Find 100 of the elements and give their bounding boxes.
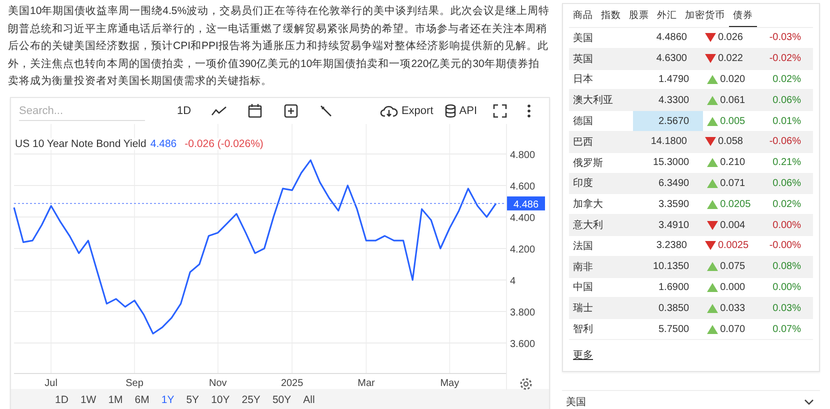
calendar-icon[interactable] bbox=[247, 102, 264, 118]
yield-value: 2.5670 bbox=[632, 111, 704, 131]
country-name: 日本 bbox=[572, 72, 594, 86]
x-axis-label: Mar bbox=[358, 378, 375, 388]
plus-square-icon[interactable] bbox=[283, 102, 300, 118]
range-tab[interactable]: 6M bbox=[128, 388, 156, 409]
percent-change: 0.03% bbox=[772, 302, 802, 314]
ref-line-label: 4.486 bbox=[513, 198, 539, 210]
chevron-icon bbox=[804, 398, 814, 405]
x-axis-label: May bbox=[440, 378, 460, 388]
yield-value: 15.3000 bbox=[652, 156, 690, 170]
change-value: 0.033 bbox=[720, 302, 746, 314]
change-value: 0.022 bbox=[718, 53, 743, 64]
line-chart-icon[interactable] bbox=[211, 104, 228, 118]
y-axis-label: 4.600 bbox=[510, 180, 536, 192]
range-tab[interactable]: 1D bbox=[49, 388, 74, 409]
range-tab[interactable]: 1W bbox=[74, 388, 102, 409]
percent-change: 0.02% bbox=[772, 198, 802, 210]
yield-value: 5.7500 bbox=[658, 322, 690, 337]
country-name: 瑞士 bbox=[572, 302, 594, 316]
table-row[interactable]: 印度 6.3490 0.071 0.06% bbox=[569, 174, 813, 194]
country-name: 澳大利亚 bbox=[572, 94, 614, 108]
market-tab[interactable]: 加密货币 bbox=[681, 4, 729, 27]
change-value: 0.020 bbox=[720, 74, 746, 85]
table-row[interactable]: 南非 10.1350 0.075 0.08% bbox=[569, 256, 813, 278]
range-tab[interactable]: 1M bbox=[102, 388, 129, 409]
y-axis-label: 3.800 bbox=[510, 307, 536, 318]
percent-change: 0.02% bbox=[772, 74, 802, 85]
api-button[interactable]: API bbox=[439, 104, 483, 118]
percent-change: 0.00% bbox=[772, 282, 802, 293]
range-tab[interactable]: All bbox=[297, 388, 321, 409]
change-value: 0.070 bbox=[720, 324, 746, 335]
export-button[interactable]: Export bbox=[374, 104, 440, 117]
market-tab[interactable]: 债券 bbox=[729, 4, 757, 27]
country-name: 巴西 bbox=[572, 136, 594, 149]
table-row[interactable]: 巴西 14.1800 0.058 -0.06% bbox=[569, 132, 813, 153]
change-value: 0.004 bbox=[720, 220, 746, 231]
percent-change: -0.03% bbox=[769, 32, 802, 44]
range-tab[interactable]: 50Y bbox=[266, 388, 298, 409]
percent-change: 0.08% bbox=[772, 261, 802, 272]
country-name: 加拿大 bbox=[572, 198, 604, 212]
accordion-header[interactable]: 美国 bbox=[562, 390, 820, 409]
country-name: 南非 bbox=[572, 260, 594, 274]
accordion-label: 美国 bbox=[566, 396, 586, 409]
range-tab[interactable]: 25Y bbox=[236, 388, 266, 409]
range-tab[interactable]: 5Y bbox=[180, 388, 206, 409]
yield-value: 4.6300 bbox=[655, 52, 688, 66]
y-axis-label: 4.400 bbox=[510, 212, 536, 224]
table-row[interactable]: 瑞士 0.3850 0.033 0.03% bbox=[569, 298, 813, 320]
table-row[interactable]: 英国 4.6300 0.022 -0.02% bbox=[569, 48, 813, 70]
percent-change: 0.01% bbox=[772, 116, 802, 127]
percent-change: 0.21% bbox=[772, 157, 802, 168]
range-tab[interactable]: 10Y bbox=[205, 388, 236, 409]
interval-button[interactable]: 1D bbox=[167, 104, 202, 116]
price-label: 4.486 bbox=[507, 196, 545, 210]
yield-value: 3.2380 bbox=[655, 239, 688, 254]
more-link[interactable]: 更多 bbox=[573, 348, 593, 362]
yield-value: 4.4860 bbox=[655, 31, 688, 46]
market-tab[interactable]: 外汇 bbox=[653, 4, 681, 27]
change-value: 0.0205 bbox=[720, 198, 751, 210]
x-axis-label: Nov bbox=[209, 378, 227, 388]
percent-change: -0.00% bbox=[769, 240, 802, 252]
table-row[interactable]: 意大利 3.4910 0.004 0.00% bbox=[569, 215, 813, 236]
percent-change: 0.07% bbox=[772, 324, 802, 335]
change-value: 0.210 bbox=[720, 157, 746, 168]
market-tab[interactable]: 指数 bbox=[597, 4, 625, 27]
yield-value: 6.3490 bbox=[658, 176, 690, 191]
percent-change: 0.06% bbox=[772, 178, 802, 189]
settings-icon[interactable] bbox=[520, 378, 532, 390]
database-icon bbox=[445, 104, 456, 118]
change-value: 0.071 bbox=[720, 178, 746, 189]
yield-value: 4.3300 bbox=[658, 94, 690, 108]
y-axis-label: 3.600 bbox=[510, 338, 536, 350]
y-axis-label: 4.200 bbox=[510, 244, 536, 255]
change-value: 0.061 bbox=[720, 94, 746, 106]
market-tab[interactable]: 商品 bbox=[569, 4, 597, 27]
table-row[interactable]: 智利 5.7500 0.070 0.07% bbox=[569, 319, 813, 340]
table-row[interactable]: 澳大利亚 4.3300 0.061 0.06% bbox=[569, 90, 813, 112]
country-name: 德国 bbox=[572, 115, 594, 128]
series-change: -0.026 (-0.026%) bbox=[184, 138, 264, 150]
fullscreen-icon[interactable] bbox=[493, 104, 507, 118]
percent-change: -0.06% bbox=[769, 136, 802, 148]
change-value: 0.000 bbox=[720, 282, 746, 293]
change-value: 0.0025 bbox=[718, 240, 749, 252]
change-value: 0.026 bbox=[718, 32, 743, 44]
x-axis-label: Jul bbox=[44, 378, 58, 388]
country-name: 印度 bbox=[572, 176, 594, 190]
yield-value: 14.1800 bbox=[650, 135, 688, 150]
change-value: 0.058 bbox=[718, 136, 743, 148]
series-value: 4.486 bbox=[150, 138, 177, 150]
table-row[interactable]: 德国 2.5670 0.005 0.01% bbox=[569, 111, 813, 132]
percent-change: 0.00% bbox=[772, 220, 802, 231]
y-axis-label: 4.800 bbox=[510, 149, 536, 160]
market-tab[interactable]: 股票 bbox=[625, 4, 653, 27]
percent-change: 0.06% bbox=[772, 94, 802, 106]
yield-value: 10.1350 bbox=[652, 260, 690, 274]
y-axis-label: 4 bbox=[510, 276, 516, 287]
more-icon[interactable] bbox=[527, 104, 531, 118]
range-tab[interactable]: 1Y bbox=[155, 388, 180, 409]
cloud-download-icon bbox=[380, 104, 398, 117]
